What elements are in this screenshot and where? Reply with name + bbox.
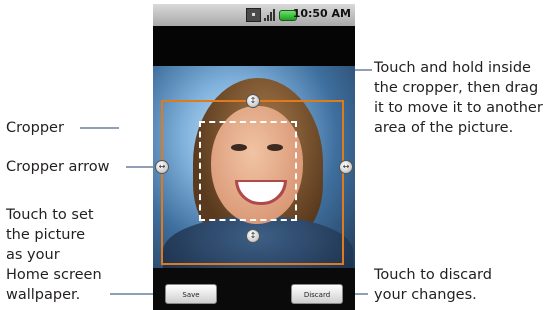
- sim-card-icon: ▪: [246, 8, 261, 22]
- callout-discard-line-1: Touch to discard: [374, 267, 492, 283]
- cropper-arrow-bottom[interactable]: ↕: [246, 229, 260, 243]
- save-button[interactable]: Save: [165, 284, 217, 304]
- callout-set-wallpaper-line-5: wallpaper.: [6, 287, 81, 303]
- cropper-inner-guide[interactable]: [199, 121, 297, 221]
- callout-cropper: Cropper: [6, 120, 64, 136]
- discard-button[interactable]: Discard: [291, 284, 343, 304]
- callout-set-wallpaper: Touch to set the picture as your Home sc…: [6, 205, 102, 305]
- callout-cropper-arrow: Cropper arrow: [6, 159, 110, 175]
- status-clock: 10:50 AM: [292, 7, 351, 20]
- callout-move-cropper-line-4: area of the picture.: [374, 120, 514, 136]
- status-icons: ▪: [246, 7, 297, 23]
- callout-discard: Touch to discard your changes.: [374, 265, 492, 305]
- phone-screen: ▪ 10:50 AM ↕ ↕ ↔ ↔ Save Discard: [153, 4, 355, 310]
- signal-strength-icon: [264, 9, 276, 21]
- callout-discard-line-2: your changes.: [374, 287, 477, 303]
- screen-top-background: [153, 26, 355, 66]
- cropper-arrow-top[interactable]: ↕: [246, 94, 260, 108]
- callout-set-wallpaper-line-1: Touch to set: [6, 207, 94, 223]
- status-bar: ▪ 10:50 AM: [153, 4, 355, 26]
- callout-set-wallpaper-line-4: Home screen: [6, 267, 102, 283]
- callout-set-wallpaper-line-3: as your: [6, 247, 60, 263]
- callout-move-cropper-line-3: it to move it to another: [374, 100, 543, 116]
- cropper-arrow-right[interactable]: ↔: [339, 160, 353, 174]
- callout-set-wallpaper-line-2: the picture: [6, 227, 86, 243]
- callout-move-cropper-line-1: Touch and hold inside: [374, 60, 531, 76]
- callout-move-cropper: Touch and hold inside the cropper, then …: [374, 58, 543, 138]
- callout-move-cropper-line-2: the cropper, then drag: [374, 80, 539, 96]
- cropper-arrow-left[interactable]: ↔: [155, 160, 169, 174]
